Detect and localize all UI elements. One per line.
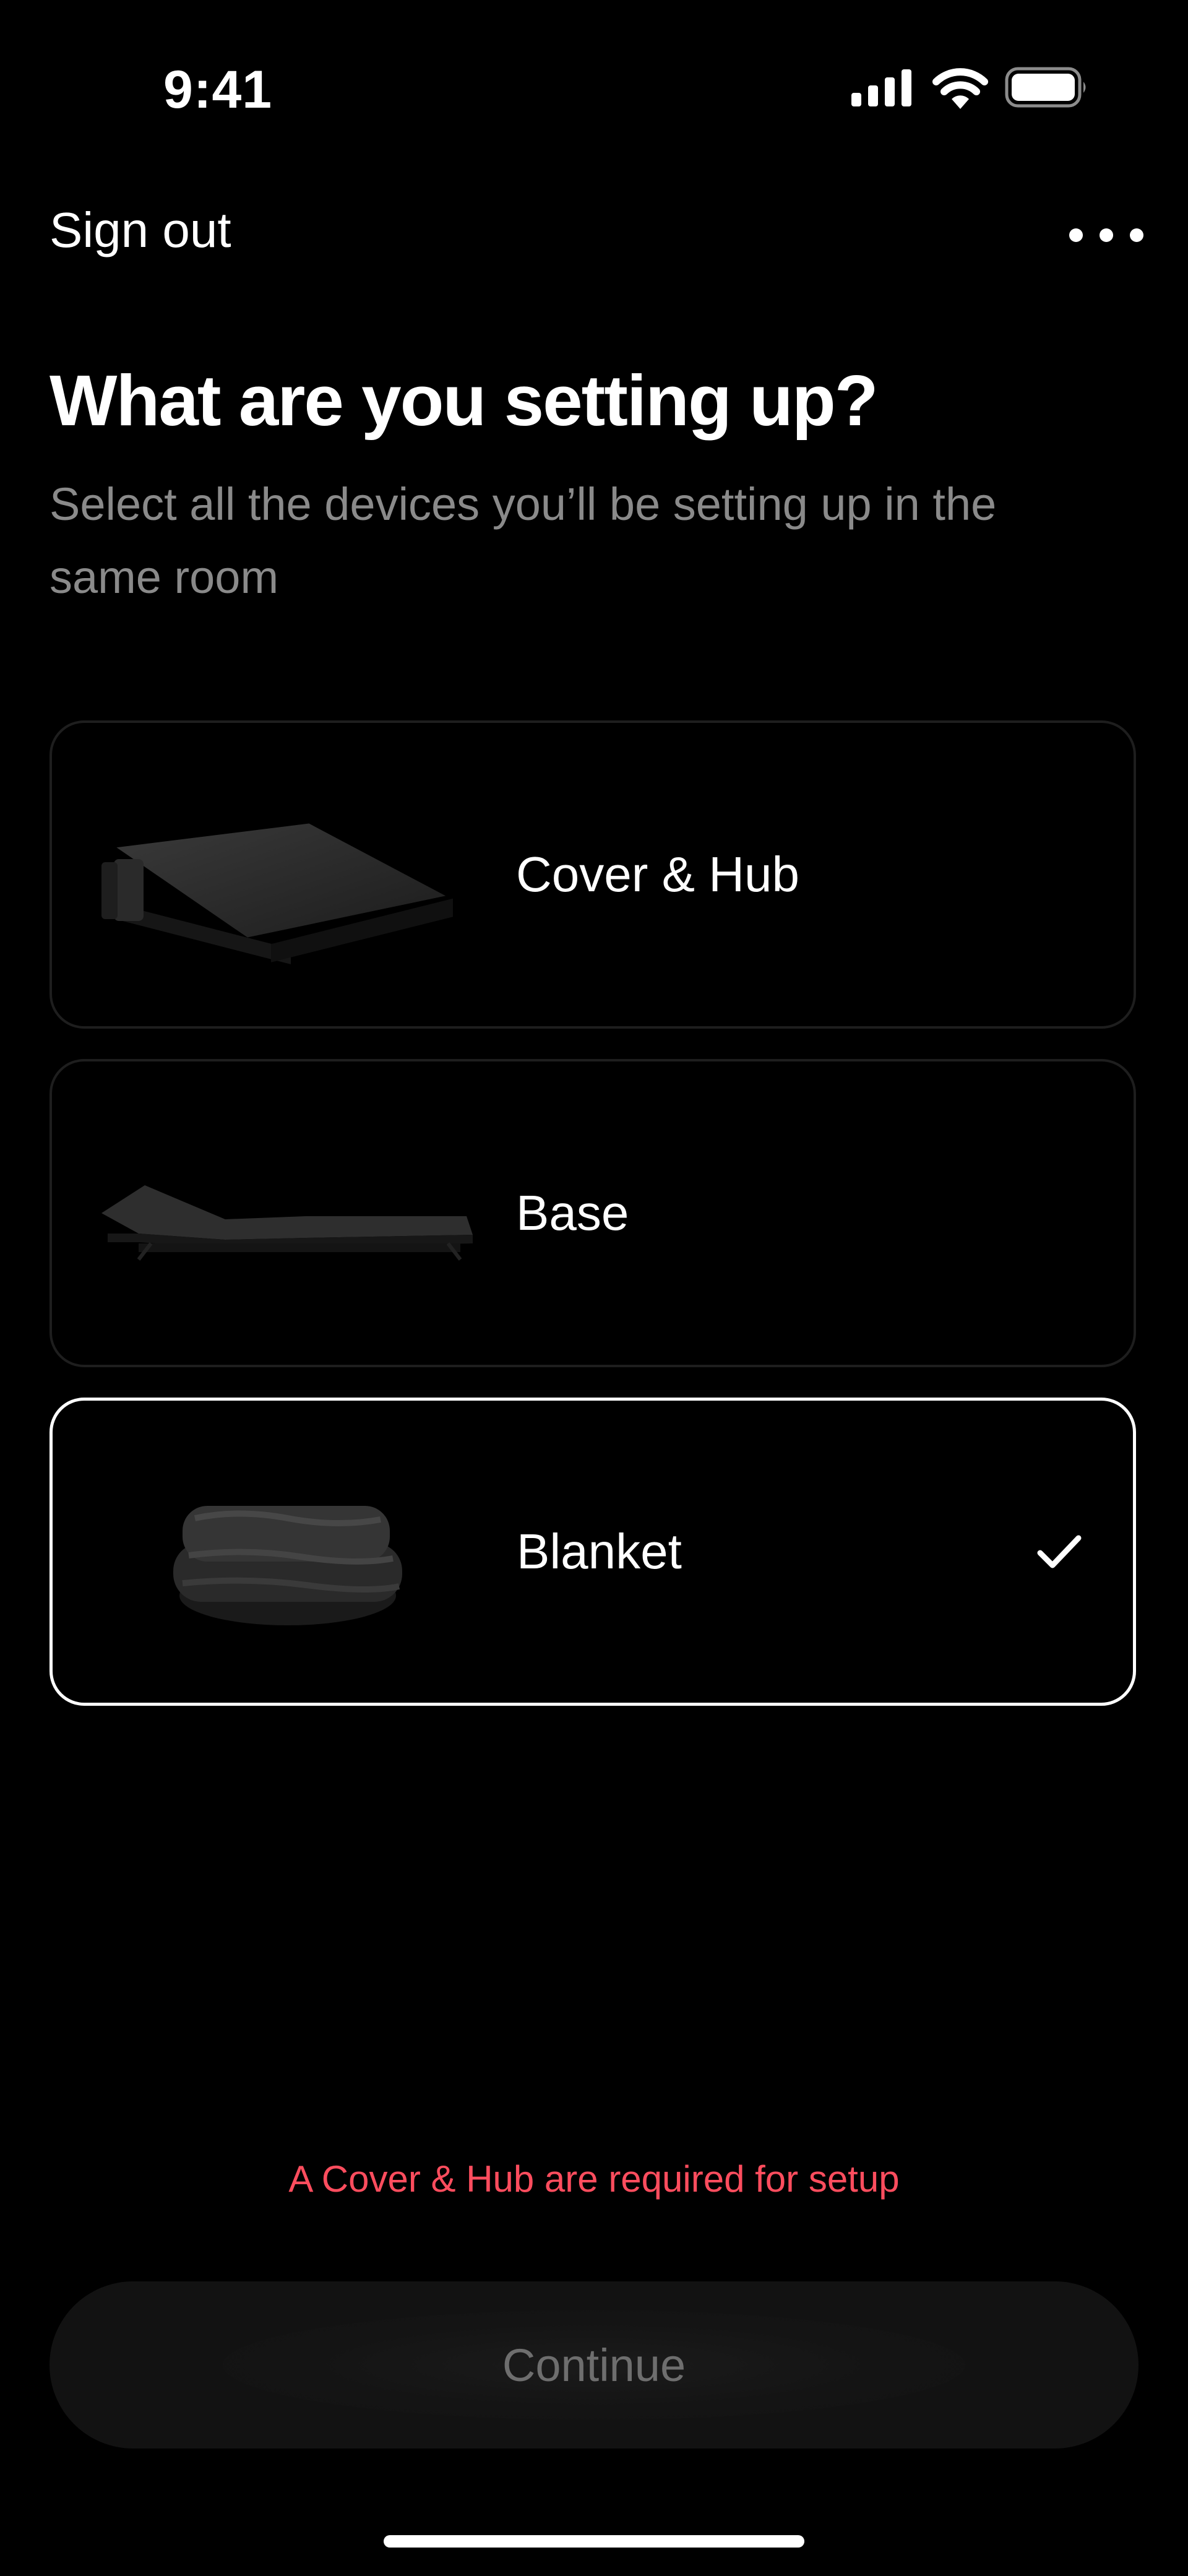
signal-icon — [851, 69, 911, 106]
device-label: Base — [516, 1185, 629, 1240]
device-card-base[interactable]: Base — [50, 1059, 1136, 1367]
wifi-icon — [932, 68, 988, 109]
home-indicator[interactable] — [384, 2535, 804, 2548]
top-nav: Sign out — [0, 186, 1188, 279]
more-dot — [1100, 228, 1113, 242]
blanket-image — [173, 1506, 402, 1625]
battery-icon — [1005, 67, 1086, 108]
more-dot — [1130, 228, 1143, 242]
device-label: Cover & Hub — [516, 847, 799, 902]
sign-out-button[interactable]: Sign out — [50, 202, 231, 259]
status-bar: 9:41 — [0, 0, 1188, 161]
device-card-cover-hub[interactable]: Cover & Hub — [50, 720, 1136, 1029]
page-title: What are you setting up? — [50, 360, 879, 441]
base-image — [101, 1185, 473, 1261]
setup-error-message: A Cover & Hub are required for setup — [288, 2158, 900, 2200]
status-time: 9:41 — [163, 60, 273, 119]
device-label: Blanket — [517, 1524, 682, 1579]
more-dot — [1069, 228, 1083, 242]
continue-button[interactable]: Continue — [50, 2281, 1138, 2448]
more-icon[interactable] — [1069, 217, 1143, 254]
cover-hub-image — [101, 823, 453, 964]
device-card-blanket[interactable]: Blanket — [50, 1398, 1136, 1706]
continue-label: Continue — [502, 2339, 686, 2391]
page-subtitle: Select all the devices you’ll be setting… — [50, 478, 997, 603]
check-icon — [1037, 1535, 1082, 1568]
